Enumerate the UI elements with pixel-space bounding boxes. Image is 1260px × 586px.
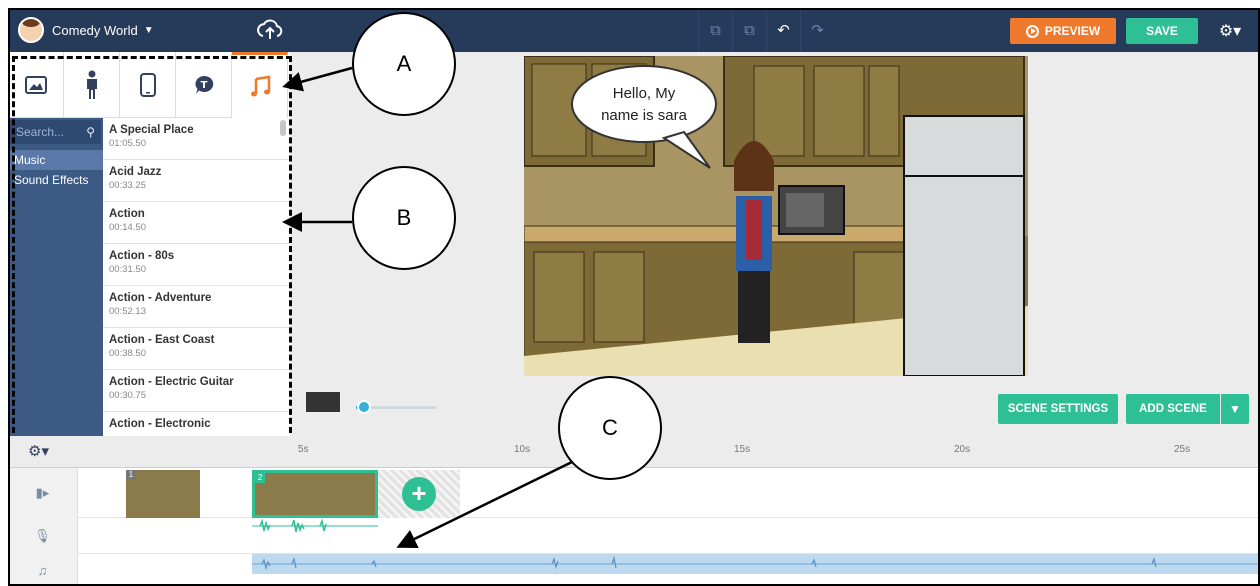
asset-tabs: T bbox=[8, 52, 290, 118]
track-title: Action bbox=[109, 208, 145, 220]
add-scene-button[interactable]: ADD SCENE bbox=[1126, 394, 1220, 424]
scene-number: 2 bbox=[255, 473, 265, 483]
list-item[interactable]: Action - Electric Guitar 00:30.75 bbox=[103, 370, 290, 412]
redo-icon[interactable]: ↷ bbox=[800, 8, 834, 52]
track-duration: 00:33.25 bbox=[109, 180, 146, 191]
track-duration: 01:05.50 bbox=[109, 138, 146, 149]
list-item[interactable]: A Special Place 01:05.50 bbox=[103, 118, 290, 160]
avatar bbox=[18, 17, 44, 43]
phone-icon bbox=[139, 72, 156, 97]
scrollbar[interactable] bbox=[280, 120, 286, 136]
tab-backgrounds[interactable] bbox=[8, 52, 64, 118]
scene-settings-button[interactable]: SCENE SETTINGS bbox=[998, 394, 1118, 424]
scene-thumbnail-icon bbox=[304, 390, 342, 414]
add-scene-dropdown-icon[interactable]: ▼ bbox=[1221, 394, 1249, 424]
music-track-list: A Special Place 01:05.50 Acid Jazz 00:33.2… bbox=[103, 118, 290, 436]
voice-waveform[interactable] bbox=[252, 518, 378, 534]
tab-speech[interactable]: T bbox=[176, 52, 232, 118]
copy-icon[interactable]: ⧉ bbox=[698, 8, 732, 52]
track-title: Action - East Coast bbox=[109, 334, 215, 346]
list-item[interactable]: Acid Jazz 00:33.25 bbox=[103, 160, 290, 202]
list-item[interactable]: Action - Adventure 00:52.13 bbox=[103, 286, 290, 328]
project-name: Comedy World bbox=[52, 22, 138, 38]
tab-props[interactable] bbox=[120, 52, 176, 118]
track-duration: 00:14.50 bbox=[109, 222, 146, 233]
chevron-down-icon: ▼ bbox=[143, 24, 154, 36]
track-title: Action - Adventure bbox=[109, 292, 212, 304]
preview-label: PREVIEW bbox=[1044, 24, 1101, 38]
scene-canvas[interactable]: Hello, My name is sara bbox=[524, 56, 1028, 376]
list-item[interactable]: Action 00:14.50 bbox=[103, 202, 290, 244]
timeline-settings-icon[interactable]: ⚙▾ bbox=[28, 442, 49, 460]
ruler-label: 5s bbox=[298, 444, 309, 455]
save-button[interactable]: SAVE bbox=[1126, 18, 1198, 44]
settings-gear-icon[interactable]: ⚙▾ bbox=[1210, 18, 1250, 44]
music-note-icon: ♫ bbox=[8, 554, 78, 586]
speech-line-2: name is sara bbox=[601, 107, 688, 124]
undo-icon[interactable]: ↶ bbox=[766, 8, 800, 52]
track-title: A Special Place bbox=[109, 124, 194, 136]
project-menu[interactable]: Comedy World ▼ bbox=[18, 16, 154, 44]
image-icon bbox=[24, 75, 47, 94]
preview-button[interactable]: PREVIEW bbox=[1010, 18, 1116, 44]
zoom-slider-handle[interactable] bbox=[357, 400, 371, 414]
tab-music[interactable] bbox=[232, 52, 288, 118]
play-icon bbox=[1025, 24, 1039, 38]
track-title: Action - Electronic bbox=[109, 418, 211, 430]
tab-characters[interactable] bbox=[64, 52, 120, 118]
callout-a: A bbox=[352, 12, 456, 116]
track-duration: 00:38.50 bbox=[109, 348, 146, 359]
list-item[interactable]: Action - East Coast 00:38.50 bbox=[103, 328, 290, 370]
track-duration: 00:31.50 bbox=[109, 264, 146, 275]
music-waveform[interactable] bbox=[252, 554, 1260, 574]
speech-bubble-icon: T bbox=[195, 75, 213, 94]
callout-c: C bbox=[558, 376, 662, 480]
cloud-upload-icon[interactable] bbox=[256, 16, 284, 44]
speech-line-1: Hello, My bbox=[613, 85, 676, 102]
track-duration: 00:30.75 bbox=[109, 390, 146, 401]
category-music[interactable]: Music bbox=[8, 150, 103, 170]
list-item[interactable]: Action - 80s 00:31.50 bbox=[103, 244, 290, 286]
microphone-icon: 🎙 bbox=[8, 518, 78, 554]
track-duration: 00:52.13 bbox=[109, 306, 146, 317]
track-title: Action - Electric Guitar bbox=[109, 376, 234, 388]
video-camera-icon: ▮▸ bbox=[8, 468, 78, 518]
search-field[interactable]: Search... ⚲ bbox=[10, 120, 101, 144]
search-input[interactable]: Search... bbox=[16, 125, 64, 139]
scene-clip[interactable]: 1 bbox=[126, 470, 200, 518]
voice-lane: 🎙 bbox=[8, 518, 1260, 554]
scene-number: 1 bbox=[126, 470, 136, 480]
category-sidebar: Search... ⚲ Music Sound Effects bbox=[8, 118, 103, 436]
ruler-label: 10s bbox=[514, 444, 531, 455]
track-title: Acid Jazz bbox=[109, 166, 162, 178]
app-frame: Comedy World ▼ ⧉ ⧉ ↶ ↷ PREVIEW SAVE ⚙▾ T… bbox=[8, 8, 1260, 586]
plus-icon: + bbox=[402, 477, 436, 511]
track-title: Action - 80s bbox=[109, 250, 175, 262]
top-bar: Comedy World ▼ ⧉ ⧉ ↶ ↷ PREVIEW SAVE ⚙▾ bbox=[8, 8, 1260, 52]
category-sound-effects[interactable]: Sound Effects bbox=[8, 170, 103, 190]
ruler-label: 25s bbox=[1174, 444, 1191, 455]
ruler-label: 15s bbox=[734, 444, 751, 455]
list-item[interactable]: Action - Electronic bbox=[103, 412, 290, 436]
callout-b: B bbox=[352, 166, 456, 270]
svg-text:T: T bbox=[200, 80, 207, 91]
scene-clip-selected[interactable]: 2 bbox=[252, 470, 378, 518]
person-icon bbox=[86, 70, 97, 99]
ruler-label: 20s bbox=[954, 444, 971, 455]
search-icon[interactable]: ⚲ bbox=[86, 125, 95, 139]
music-note-icon bbox=[250, 75, 270, 96]
add-scene-clip[interactable]: + bbox=[378, 470, 460, 518]
paste-icon[interactable]: ⧉ bbox=[732, 8, 766, 52]
